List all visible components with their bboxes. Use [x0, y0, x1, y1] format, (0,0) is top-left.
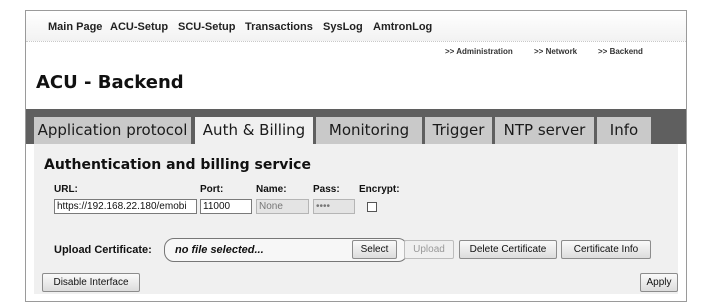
- disable-interface-button[interactable]: Disable Interface: [42, 273, 140, 292]
- tab-trigger[interactable]: Trigger: [425, 117, 492, 144]
- nav-amtronlog[interactable]: AmtronLog: [373, 21, 432, 33]
- tab-info[interactable]: Info: [597, 117, 651, 144]
- page-frame: Main Page ACU-Setup SCU-Setup Transactio…: [25, 10, 687, 302]
- url-input[interactable]: https://192.168.22.180/emobi: [54, 199, 197, 214]
- file-chooser-text: no file selected...: [175, 244, 264, 256]
- name-input[interactable]: None: [256, 199, 309, 214]
- encrypt-label: Encrypt:: [359, 184, 400, 195]
- pass-label: Pass:: [313, 184, 340, 195]
- breadcrumb-administration[interactable]: >> Administration: [445, 47, 513, 56]
- breadcrumb-backend[interactable]: >> Backend: [598, 47, 643, 56]
- pass-input[interactable]: ••••: [313, 199, 355, 214]
- select-button[interactable]: Select: [352, 240, 397, 259]
- tab-ntp-server[interactable]: NTP server: [495, 117, 594, 144]
- top-navigation: Main Page ACU-Setup SCU-Setup Transactio…: [26, 11, 686, 42]
- port-label: Port:: [200, 184, 224, 195]
- name-label: Name:: [256, 184, 287, 195]
- upload-button[interactable]: Upload: [404, 240, 454, 259]
- auth-billing-panel: Authentication and billing service URL: …: [34, 144, 678, 294]
- upload-certificate-label: Upload Certificate:: [54, 244, 152, 256]
- page-title: ACU - Backend: [36, 72, 184, 93]
- nav-transactions[interactable]: Transactions: [245, 21, 313, 33]
- certificate-info-button[interactable]: Certificate Info: [561, 240, 651, 259]
- apply-button[interactable]: Apply: [640, 273, 678, 292]
- tab-bar: Application protocol Auth & Billing Moni…: [26, 109, 686, 144]
- section-title: Authentication and billing service: [44, 157, 311, 173]
- nav-main-page[interactable]: Main Page: [48, 21, 102, 33]
- url-label: URL:: [54, 184, 78, 195]
- nav-syslog[interactable]: SysLog: [323, 21, 363, 33]
- delete-certificate-button[interactable]: Delete Certificate: [459, 240, 557, 259]
- breadcrumb-network[interactable]: >> Network: [534, 47, 577, 56]
- tab-auth-billing[interactable]: Auth & Billing: [195, 117, 313, 144]
- tab-application-protocol[interactable]: Application protocol: [34, 117, 191, 144]
- port-input[interactable]: 11000: [200, 199, 252, 214]
- nav-scu-setup[interactable]: SCU-Setup: [178, 21, 235, 33]
- encrypt-checkbox[interactable]: [367, 202, 377, 212]
- tab-monitoring[interactable]: Monitoring: [316, 117, 422, 144]
- nav-acu-setup[interactable]: ACU-Setup: [110, 21, 168, 33]
